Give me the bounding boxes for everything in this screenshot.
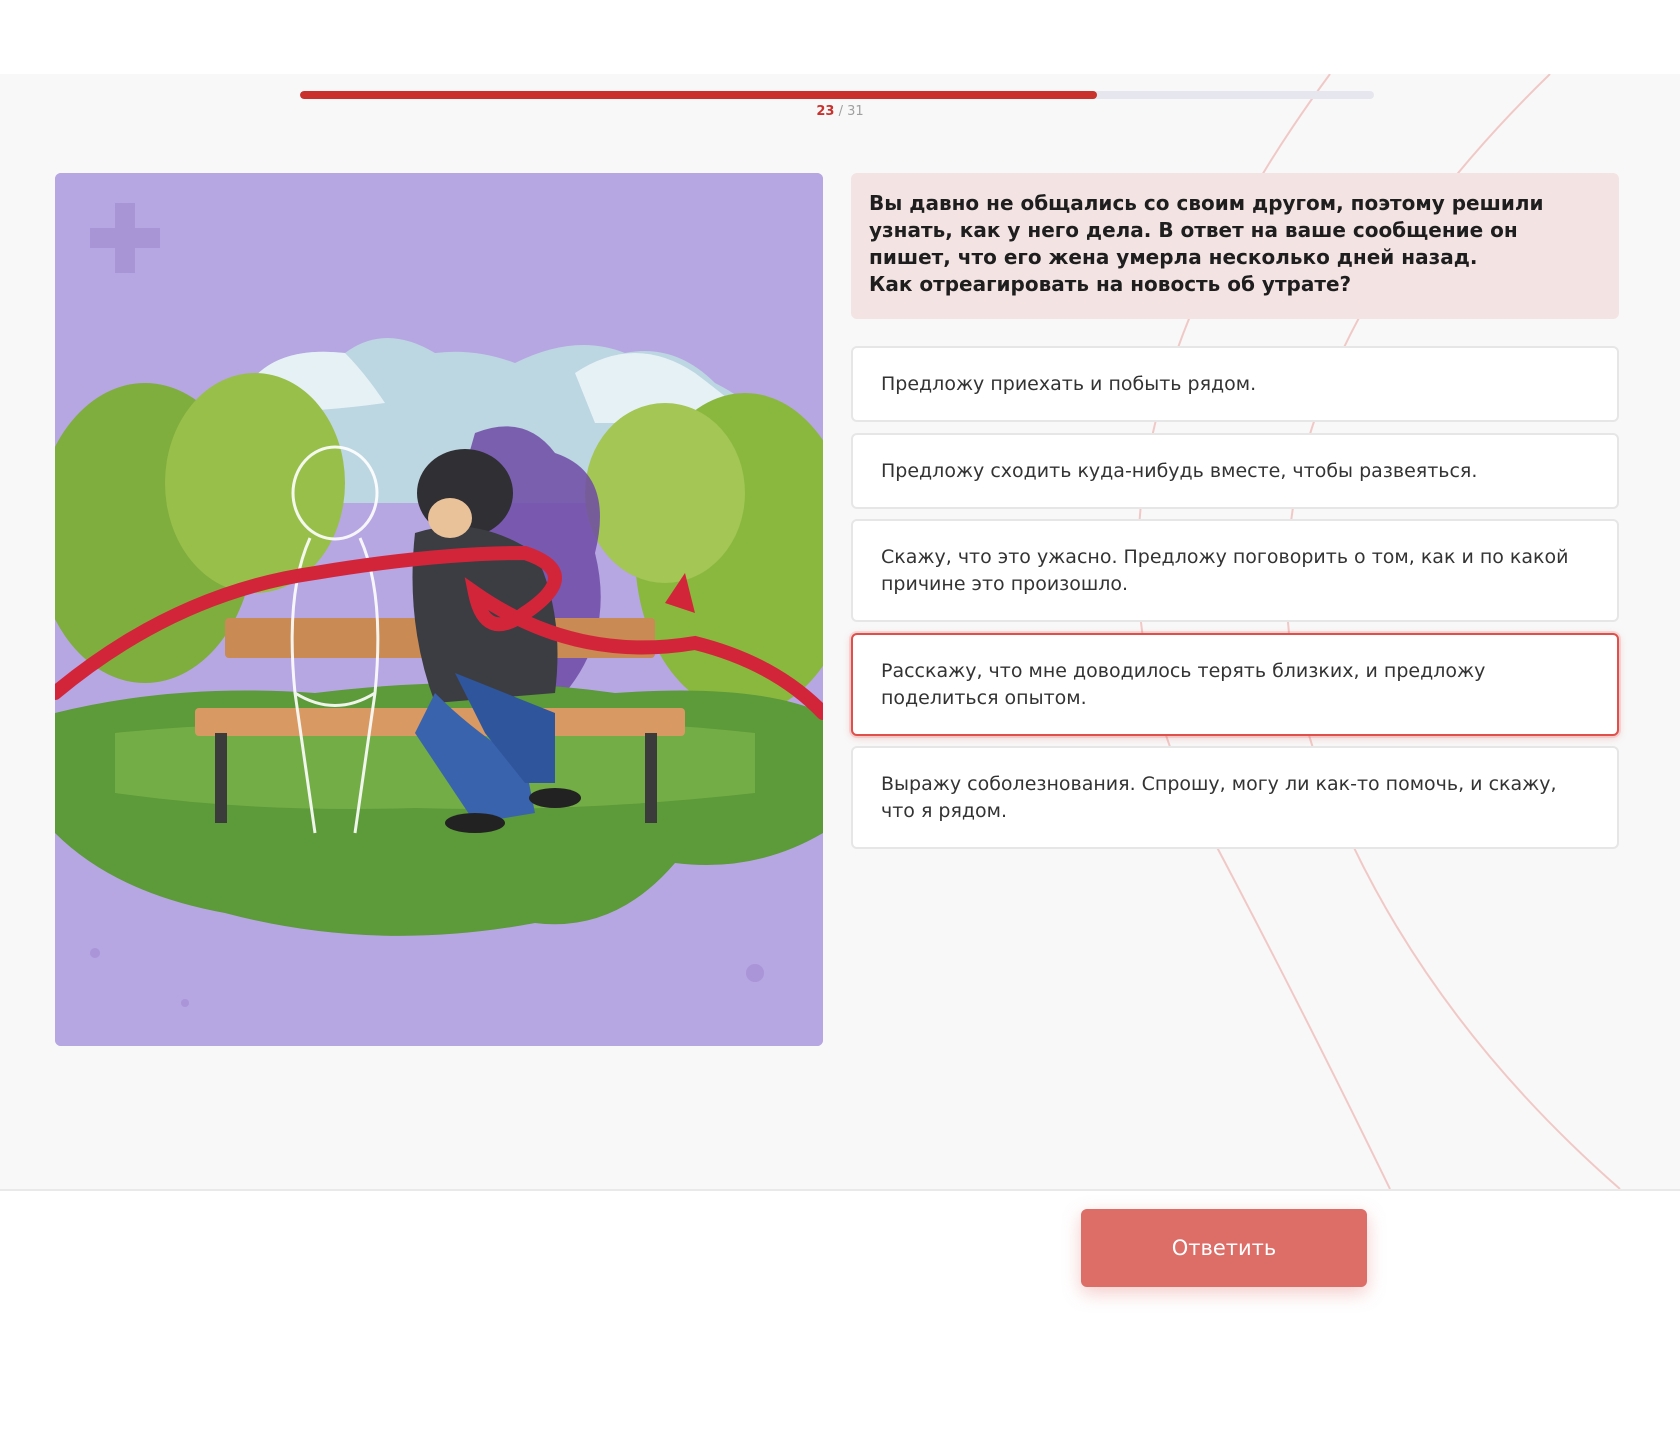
submit-button[interactable]: Ответить	[1081, 1209, 1367, 1287]
quiz-area: 23 / 31 Вы давно не общались со своим др…	[0, 74, 1680, 1191]
answer-option-label: Выражу соболезнования. Спрошу, могу ли к…	[881, 772, 1557, 822]
progress-current: 23	[816, 104, 835, 119]
answer-option-4[interactable]: Расскажу, что мне доводилось терять близ…	[851, 633, 1619, 736]
question-text: Вы давно не общались со своим другом, по…	[869, 191, 1544, 269]
progress-total: 31	[847, 104, 864, 119]
progress-fill	[300, 91, 1097, 99]
answer-option-label: Предложу приехать и побыть рядом.	[881, 372, 1257, 395]
answer-option-label: Расскажу, что мне доводилось терять близ…	[881, 659, 1486, 709]
answer-option-label: Предложу сходить куда-нибудь вместе, что…	[881, 459, 1478, 482]
question-box: Вы давно не общались со своим другом, по…	[851, 173, 1619, 319]
progress-separator: /	[838, 104, 843, 119]
question-prompt: Как отреагировать на новость об утрате?	[869, 272, 1352, 296]
answer-option-label: Скажу, что это ужасно. Предложу поговори…	[881, 545, 1569, 595]
answer-option-5[interactable]: Выражу соболезнования. Спрошу, могу ли к…	[851, 746, 1619, 849]
answer-option-3[interactable]: Скажу, что это ужасно. Предложу поговори…	[851, 519, 1619, 622]
progress-bar	[300, 91, 1374, 99]
progress-counter: 23 / 31	[700, 104, 980, 119]
answer-option-1[interactable]: Предложу приехать и побыть рядом.	[851, 346, 1619, 422]
question-illustration	[55, 173, 823, 1046]
answer-option-2[interactable]: Предложу сходить куда-нибудь вместе, что…	[851, 433, 1619, 509]
